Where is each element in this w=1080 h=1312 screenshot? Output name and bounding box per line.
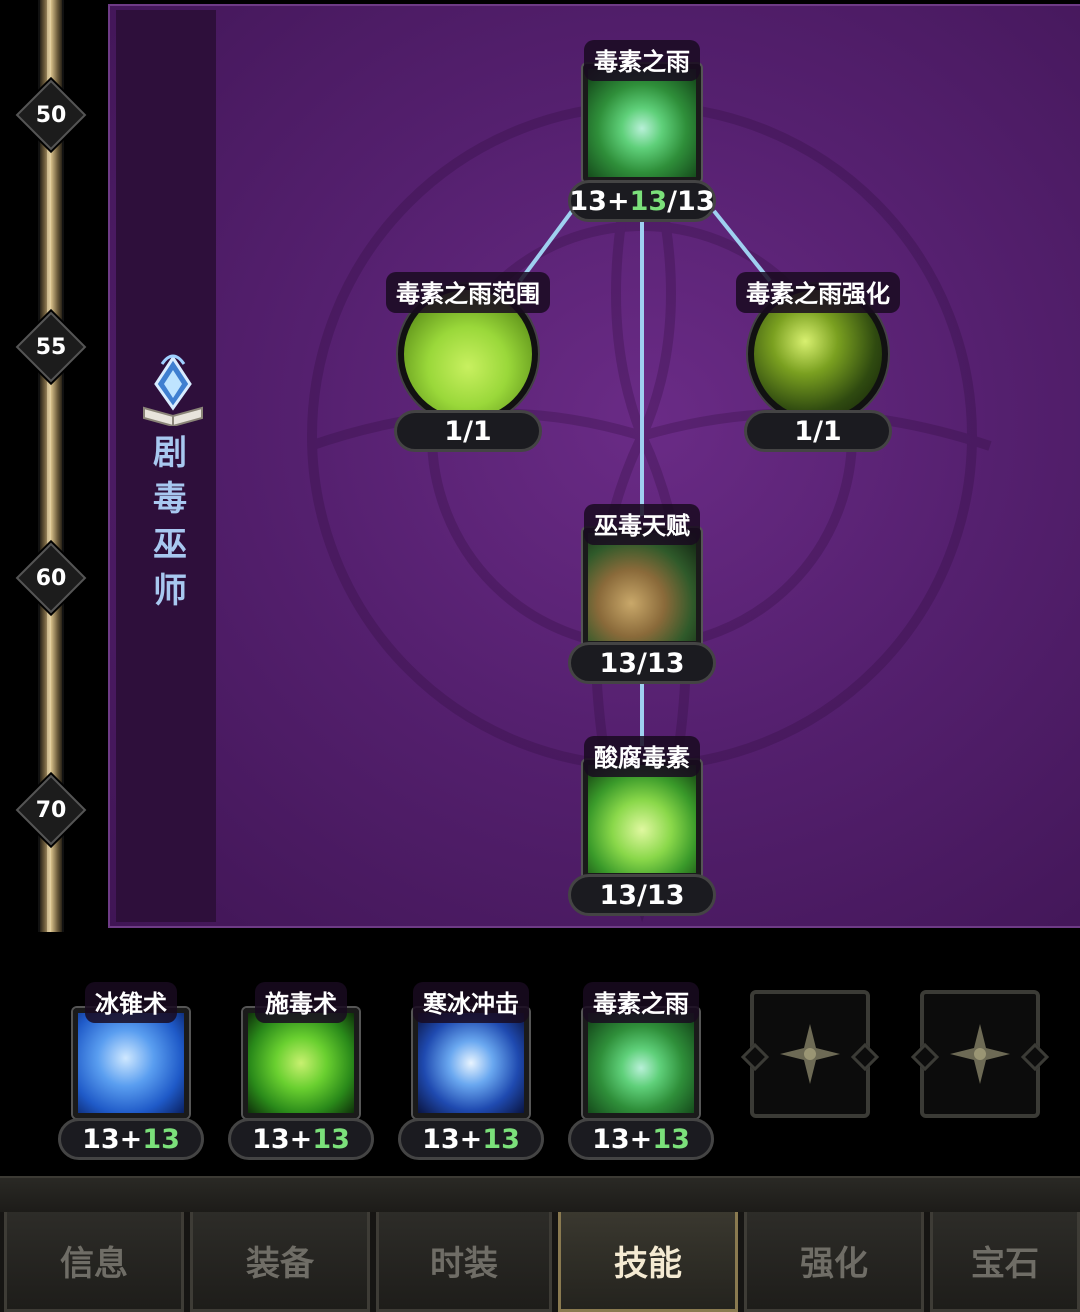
skill-label: 毒素之雨 [583,982,699,1023]
skill-tree-panel[interactable]: 剧毒巫师 毒素之雨 13+ 13/13 毒素之雨范围 1/1 毒素之雨强化 1/1… [108,4,1080,928]
skill-label: 毒素之雨 [584,40,700,81]
hotbar-slot-toxic-rain[interactable]: 毒素之雨 13+ 13 [566,982,716,1162]
cross-plus-icon [950,1024,1010,1084]
level-marker-70: 70 [15,774,87,846]
level-marker-60: 60 [15,542,87,614]
ice-cone-icon [73,1008,189,1118]
frost-strike-icon [413,1008,529,1118]
poison-cast-icon [243,1008,359,1118]
level-marker-50: 50 [15,79,87,151]
skill-label: 毒素之雨范围 [386,272,550,313]
tab-enhance[interactable]: 强化 [744,1212,924,1312]
level-marker-55: 55 [15,311,87,383]
tab-outfit[interactable]: 时装 [376,1212,552,1312]
hotbar-slot-frost-strike[interactable]: 寒冰冲击 13+ 13 [396,982,546,1162]
cross-plus-icon [780,1024,840,1084]
tab-equipment[interactable]: 装备 [190,1212,370,1312]
skill-level-count: 13+ 13 [398,1118,544,1160]
hotbar-slot-poison-cast[interactable]: 施毒术 13+ 13 [226,982,376,1162]
link-rain-range [518,209,574,283]
skill-label: 毒素之雨强化 [736,272,900,313]
skill-node-toxic-rain-boost[interactable]: 毒素之雨强化 1/1 [736,272,900,462]
skill-label: 酸腐毒素 [584,736,700,777]
skill-level-count: 1/1 [744,410,892,452]
skill-label: 寒冰冲击 [413,982,529,1023]
corrosive-toxin-icon [583,760,701,878]
hotbar-empty-slot[interactable] [920,990,1040,1118]
bottom-tab-bar: 信息 装备 时装 技能 强化 宝石 [0,1212,1080,1312]
hotbar-empty-slot[interactable] [750,990,870,1118]
tab-info[interactable]: 信息 [4,1212,184,1312]
tab-skills[interactable]: 技能 [558,1212,738,1312]
skill-level-count: 13+ 13 [228,1118,374,1160]
skill-level-count: 13/13 [568,874,716,916]
toxic-rain-icon [583,64,701,182]
skill-node-voodoo-talent[interactable]: 巫毒天赋 13/13 [567,504,717,684]
skill-level-count: 13/13 [568,642,716,684]
skill-level-count: 13+ 13 [568,1118,714,1160]
tabbar-frame [0,1176,1080,1216]
skill-label: 施毒术 [255,982,347,1023]
skill-node-corrosive-toxin[interactable]: 酸腐毒素 13/13 [567,736,717,916]
tab-gems[interactable]: 宝石 [930,1212,1080,1312]
skill-node-toxic-rain[interactable]: 毒素之雨 13+ 13/13 [567,40,717,222]
skill-level-count: 1/1 [394,410,542,452]
skill-label: 巫毒天赋 [584,504,700,545]
voodoo-talent-icon [583,528,701,646]
hotbar-slot-ice-cone[interactable]: 冰锥术 13+ 13 [56,982,206,1162]
skill-node-toxic-rain-range[interactable]: 毒素之雨范围 1/1 [386,272,550,462]
toxic-rain-icon [583,1008,699,1118]
skill-level-count: 13+ 13 [58,1118,204,1160]
link-rain-boost [712,209,772,283]
skill-label: 冰锥术 [85,982,177,1023]
skill-level-count: 13+ 13/13 [568,180,716,222]
